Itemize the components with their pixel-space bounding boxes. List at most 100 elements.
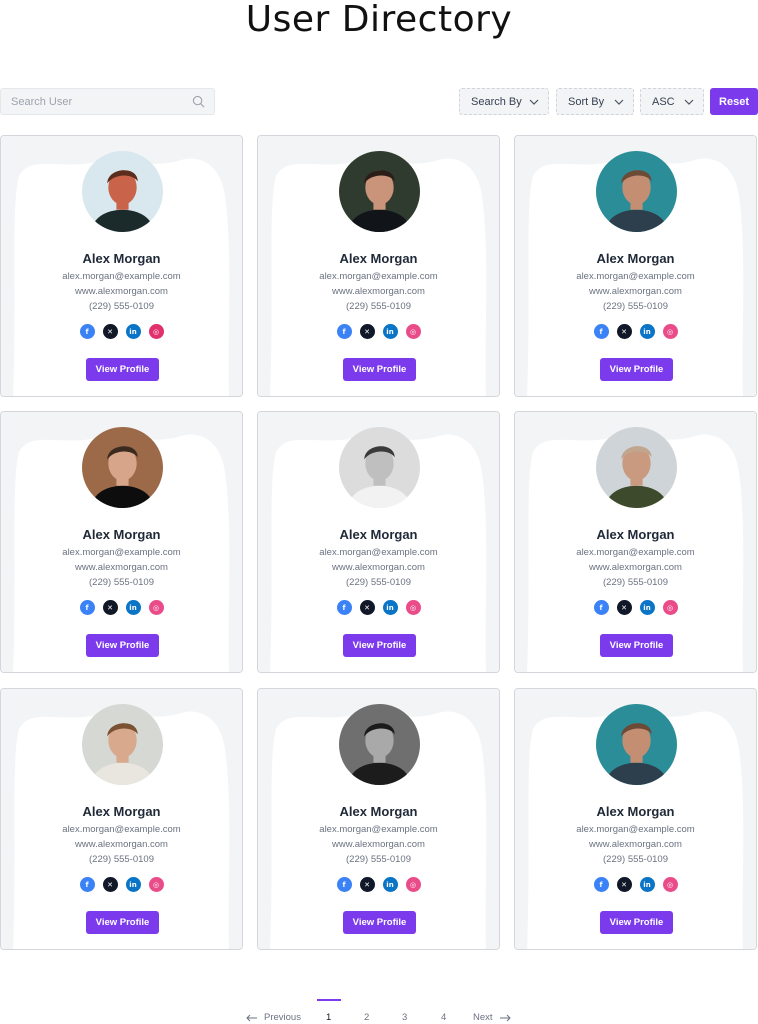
user-website: www.alexmorgan.com [589,286,682,297]
linkedin-icon[interactable]: in [125,324,141,339]
x-icon[interactable]: ✕ [616,877,632,892]
dribbble-icon[interactable]: ◎ [405,324,421,339]
x-icon[interactable]: ✕ [616,324,632,339]
facebook-icon[interactable]: f [79,324,95,339]
linkedin-icon[interactable]: in [125,877,141,892]
next-page-button[interactable]: Next [473,1012,511,1023]
view-profile-button[interactable]: View Profile [343,634,416,657]
user-email: alex.morgan@example.com [62,824,181,835]
instagram-icon[interactable]: ◎ [148,324,164,339]
social-links: f ✕ in ◎ [1,324,242,339]
reset-button[interactable]: Reset [710,88,758,115]
user-email: alex.morgan@example.com [319,271,438,282]
avatar [596,427,677,508]
page-4[interactable]: 4 [441,1012,446,1023]
dribbble-icon[interactable]: ◎ [662,877,678,892]
user-phone: (229) 555-0109 [346,577,411,588]
view-profile-button[interactable]: View Profile [343,911,416,934]
user-card: Alex Morgan alex.morgan@example.com www.al… [0,135,243,397]
arrow-right-icon [499,1014,511,1021]
user-phone: (229) 555-0109 [89,854,154,865]
pagination: Previous 1 2 3 4 Next [0,999,758,1024]
facebook-icon[interactable]: f [79,877,95,892]
linkedin-icon[interactable]: in [639,600,655,615]
search-by-label: Search By [471,95,522,108]
facebook-icon[interactable]: f [79,600,95,615]
dribbble-icon[interactable]: ◎ [662,600,678,615]
previous-label: Previous [264,1012,301,1023]
view-profile-button[interactable]: View Profile [343,358,416,381]
linkedin-icon[interactable]: in [639,877,655,892]
facebook-icon[interactable]: f [336,324,352,339]
view-profile-button[interactable]: View Profile [600,911,673,934]
page-2[interactable]: 2 [364,1012,369,1023]
facebook-icon[interactable]: f [593,600,609,615]
x-icon[interactable]: ✕ [616,600,632,615]
x-icon[interactable]: ✕ [102,600,118,615]
search-input[interactable] [1,89,186,114]
user-email: alex.morgan@example.com [576,824,695,835]
social-links: f ✕ in ◎ [258,600,499,615]
search-box[interactable] [0,88,215,115]
user-card: Alex Morgan alex.morgan@example.com www.al… [257,411,500,673]
page-1[interactable]: 1 [326,1012,331,1023]
facebook-icon[interactable]: f [593,324,609,339]
search-by-dropdown[interactable]: Search By [459,88,549,115]
view-profile-button[interactable]: View Profile [86,911,159,934]
social-links: f ✕ in ◎ [515,877,756,892]
x-icon[interactable]: ✕ [102,324,118,339]
dribbble-icon[interactable]: ◎ [405,600,421,615]
user-website: www.alexmorgan.com [332,562,425,573]
page-3[interactable]: 3 [402,1012,407,1023]
linkedin-icon[interactable]: in [382,324,398,339]
user-website: www.alexmorgan.com [589,562,682,573]
view-profile-button[interactable]: View Profile [86,358,159,381]
user-website: www.alexmorgan.com [332,286,425,297]
view-profile-button[interactable]: View Profile [600,634,673,657]
facebook-icon[interactable]: f [593,877,609,892]
sort-order-label: ASC [652,95,675,108]
arrow-left-icon [246,1014,257,1021]
dribbble-icon[interactable]: ◎ [148,600,164,615]
user-name: Alex Morgan [82,251,161,266]
x-icon[interactable]: ✕ [359,324,375,339]
x-icon[interactable]: ✕ [359,600,375,615]
dribbble-icon[interactable]: ◎ [662,324,678,339]
user-phone: (229) 555-0109 [603,854,668,865]
dribbble-icon[interactable]: ◎ [405,877,421,892]
next-label: Next [473,1012,493,1023]
x-icon[interactable]: ✕ [102,877,118,892]
user-phone: (229) 555-0109 [603,301,668,312]
linkedin-icon[interactable]: in [382,600,398,615]
user-website: www.alexmorgan.com [332,839,425,850]
facebook-icon[interactable]: f [336,600,352,615]
chevron-down-icon [614,99,624,105]
user-phone: (229) 555-0109 [346,854,411,865]
avatar [596,704,677,785]
user-website: www.alexmorgan.com [589,839,682,850]
x-icon[interactable]: ✕ [359,877,375,892]
linkedin-icon[interactable]: in [382,877,398,892]
avatar [82,151,163,232]
linkedin-icon[interactable]: in [125,600,141,615]
user-name: Alex Morgan [82,527,161,542]
view-profile-button[interactable]: View Profile [600,358,673,381]
user-email: alex.morgan@example.com [319,824,438,835]
search-icon[interactable] [192,95,205,108]
social-links: f ✕ in ◎ [258,877,499,892]
linkedin-icon[interactable]: in [639,324,655,339]
previous-page-button[interactable]: Previous [246,1012,301,1023]
facebook-icon[interactable]: f [336,877,352,892]
user-email: alex.morgan@example.com [62,547,181,558]
user-phone: (229) 555-0109 [346,301,411,312]
sort-by-dropdown[interactable]: Sort By [556,88,634,115]
sort-order-dropdown[interactable]: ASC [640,88,704,115]
view-profile-button[interactable]: View Profile [86,634,159,657]
user-name: Alex Morgan [596,527,675,542]
dribbble-icon[interactable]: ◎ [148,877,164,892]
user-website: www.alexmorgan.com [75,286,168,297]
user-name: Alex Morgan [82,804,161,819]
user-website: www.alexmorgan.com [75,839,168,850]
page-title: User Directory [245,0,513,40]
social-links: f ✕ in ◎ [1,600,242,615]
